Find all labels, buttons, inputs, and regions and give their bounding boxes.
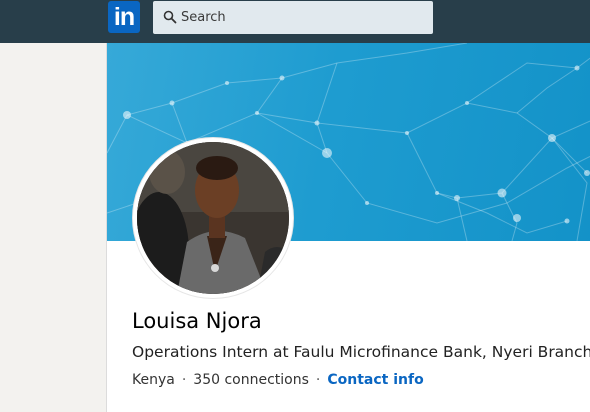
profile-location: Kenya xyxy=(132,372,175,388)
profile-headline: Operations Intern at Faulu Microfinance … xyxy=(132,343,590,361)
top-nav-bar: in xyxy=(0,0,590,43)
person-photo-icon xyxy=(137,142,289,294)
profile-name: Louisa Njora xyxy=(132,309,262,333)
separator-dot: · xyxy=(181,372,187,388)
profile-card: Louisa Njora Operations Intern at Faulu … xyxy=(106,43,590,412)
linkedin-logo-icon[interactable]: in xyxy=(108,1,140,33)
search-input[interactable] xyxy=(181,1,421,34)
profile-connections[interactable]: 350 connections xyxy=(193,372,309,388)
profile-meta-line: Kenya · 350 connections · Contact info xyxy=(132,372,424,388)
contact-info-link[interactable]: Contact info xyxy=(327,372,423,388)
search-icon xyxy=(163,10,177,24)
search-box[interactable] xyxy=(153,1,433,34)
separator-dot: · xyxy=(315,372,321,388)
profile-photo-avatar[interactable] xyxy=(133,138,293,298)
